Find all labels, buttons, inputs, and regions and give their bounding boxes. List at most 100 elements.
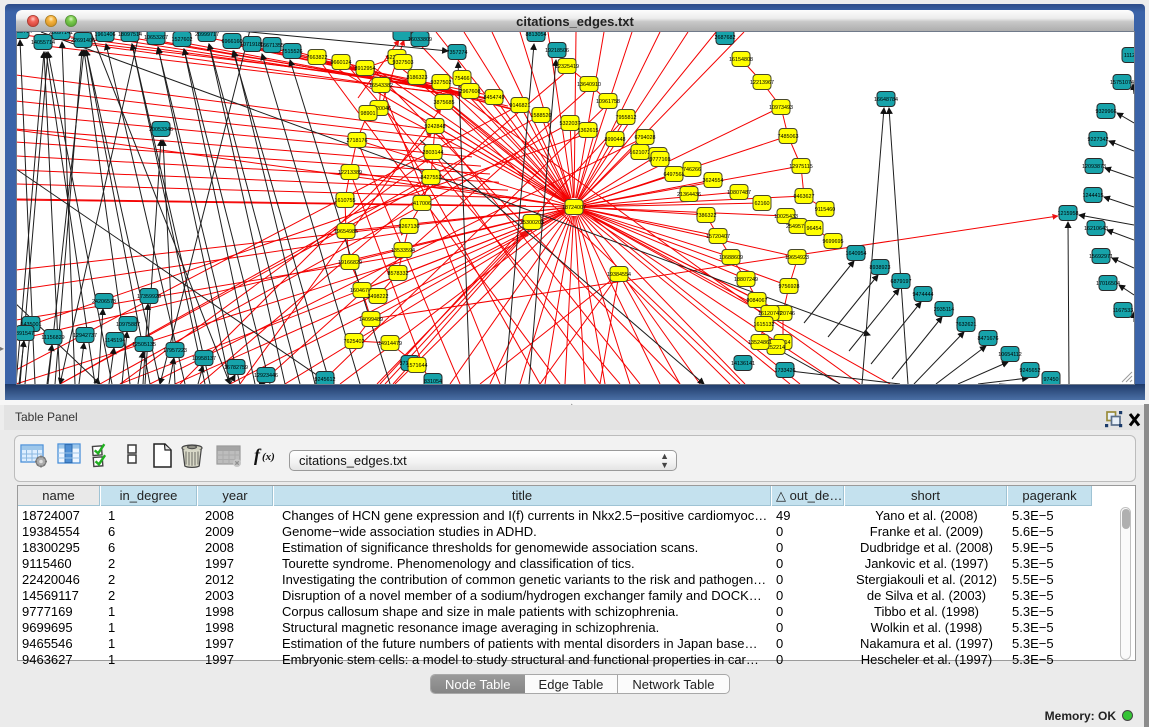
svg-text:8186323: 8186323 [407, 75, 428, 81]
svg-text:7663822: 7663822 [307, 55, 328, 61]
svg-text:9756928: 9756928 [779, 284, 800, 290]
svg-text:13533594: 13533594 [391, 248, 415, 254]
svg-text:12213967: 12213967 [750, 80, 774, 86]
svg-text:12213389: 12213389 [338, 170, 362, 176]
svg-text:19166829: 19166829 [338, 260, 362, 266]
svg-text:1145194: 1145194 [105, 338, 126, 344]
svg-text:831054: 831054 [424, 379, 442, 384]
svg-text:19654923: 19654923 [785, 255, 809, 261]
svg-text:17016504: 17016504 [1096, 281, 1120, 287]
svg-text:16154808: 16154808 [729, 57, 753, 63]
svg-text:16543382: 16543382 [369, 83, 393, 89]
svg-text:25300203: 25300203 [520, 220, 544, 226]
svg-text:5322037: 5322037 [560, 121, 581, 127]
svg-text:12325419: 12325419 [555, 64, 579, 70]
svg-text:3267130: 3267130 [399, 224, 420, 230]
svg-text:75466: 75466 [455, 76, 470, 82]
svg-text:7485063: 7485063 [778, 134, 799, 140]
svg-text:9777169: 9777169 [650, 157, 671, 163]
svg-text:10807487: 10807487 [727, 190, 751, 196]
svg-text:19654985: 19654985 [334, 229, 358, 235]
svg-text:9084067: 9084067 [747, 298, 768, 304]
svg-text:18097514: 18097514 [118, 32, 142, 38]
svg-text:1362615: 1362615 [578, 128, 599, 134]
svg-text:8454749: 8454749 [484, 95, 505, 101]
svg-text:9242848: 9242848 [425, 124, 446, 130]
svg-text:8813054: 8813054 [526, 32, 547, 38]
svg-text:7955812: 7955812 [616, 115, 637, 121]
svg-text:1610755: 1610755 [335, 198, 356, 204]
svg-text:10973493: 10973493 [769, 105, 793, 111]
svg-text:2935114: 2935114 [934, 307, 955, 313]
svg-text:8912954: 8912954 [355, 66, 376, 72]
svg-text:7357274: 7357274 [447, 50, 468, 56]
svg-text:1167533: 1167533 [1113, 308, 1134, 314]
svg-text:98901: 98901 [361, 111, 376, 117]
svg-text:19218506: 19218506 [545, 48, 569, 54]
svg-text:2687682: 2687682 [715, 35, 736, 41]
svg-text:1588520: 1588520 [531, 113, 552, 119]
svg-text:417006: 417006 [413, 201, 431, 207]
svg-text:3498222: 3498222 [368, 294, 389, 300]
svg-text:6794028: 6794028 [635, 135, 656, 141]
svg-text:1215958: 1215958 [1058, 211, 1079, 217]
svg-text:13640910: 13640910 [577, 82, 601, 88]
svg-text:13524861: 13524861 [748, 340, 772, 346]
svg-text:1961406: 1961406 [95, 32, 116, 38]
svg-text:9227342: 9227342 [1088, 137, 1109, 143]
svg-text:(x): (x) [262, 451, 275, 463]
svg-text:10975887: 10975887 [116, 322, 140, 328]
svg-text:8578332: 8578332 [388, 271, 409, 277]
svg-text:9245652: 9245652 [1020, 368, 1041, 374]
svg-text:6497568: 6497568 [664, 172, 685, 178]
svg-text:10688609: 10688609 [719, 255, 743, 261]
svg-text:16120747: 16120747 [758, 311, 782, 317]
svg-text:18807249: 18807249 [734, 277, 758, 283]
svg-text:1733426: 1733426 [775, 368, 796, 374]
svg-text:1640954: 1640954 [846, 251, 867, 257]
svg-text:8471676: 8471676 [978, 336, 999, 342]
svg-text:2718176: 2718176 [347, 138, 368, 144]
svg-text:746266: 746266 [683, 167, 701, 173]
svg-text:20697141: 20697141 [49, 32, 73, 36]
svg-text:24206578: 24206578 [92, 299, 116, 305]
svg-text:14914479: 14914479 [378, 341, 402, 347]
svg-text:9474444: 9474444 [913, 292, 934, 298]
svg-text:9146821: 9146821 [510, 103, 531, 109]
svg-text:14055714: 14055714 [31, 40, 55, 46]
svg-text:10653267: 10653267 [144, 35, 168, 41]
svg-text:1571644: 1571644 [407, 363, 428, 369]
svg-text:21364436: 21364436 [677, 192, 701, 198]
svg-text:16210643: 16210643 [1084, 226, 1108, 232]
svg-text:12975115: 12975115 [789, 164, 813, 170]
svg-text:2803144: 2803144 [423, 150, 444, 156]
svg-text:8938923: 8938923 [870, 265, 891, 271]
svg-text:22691406: 22691406 [71, 38, 95, 44]
svg-text:24055714: 24055714 [17, 32, 32, 35]
svg-text:9327503: 9327503 [393, 60, 414, 66]
svg-text:16782759: 16782759 [224, 365, 248, 371]
svg-text:15692971: 15692971 [1089, 254, 1113, 260]
svg-text:12505135: 12505135 [132, 342, 156, 348]
svg-text:10958137: 10958137 [192, 356, 216, 362]
svg-text:1244415: 1244415 [1083, 193, 1104, 199]
svg-text:16671355: 16671355 [260, 43, 284, 49]
svg-text:8990448: 8990448 [605, 137, 626, 143]
svg-text:11156829: 11156829 [41, 335, 64, 341]
svg-text:1527602: 1527602 [172, 37, 193, 43]
svg-text:97450: 97450 [1044, 377, 1059, 383]
svg-text:3624554: 3624554 [703, 178, 724, 184]
svg-text:14099489: 14099489 [359, 317, 383, 323]
svg-text:f: f [254, 445, 262, 465]
svg-text:391547: 391547 [17, 331, 34, 337]
svg-text:19384554: 19384554 [607, 272, 631, 278]
svg-text:9699695: 9699695 [823, 239, 844, 245]
svg-text:2967608: 2967608 [460, 89, 481, 95]
svg-text:11123: 11123 [1124, 53, 1134, 59]
svg-text:96454: 96454 [807, 226, 822, 232]
svg-text:15720407: 15720407 [706, 234, 730, 240]
svg-text:20999717: 20999717 [195, 32, 219, 38]
svg-text:16033809: 16033809 [408, 37, 432, 43]
svg-text:9327502: 9327502 [431, 80, 452, 86]
svg-text:12942737: 12942737 [73, 333, 97, 339]
